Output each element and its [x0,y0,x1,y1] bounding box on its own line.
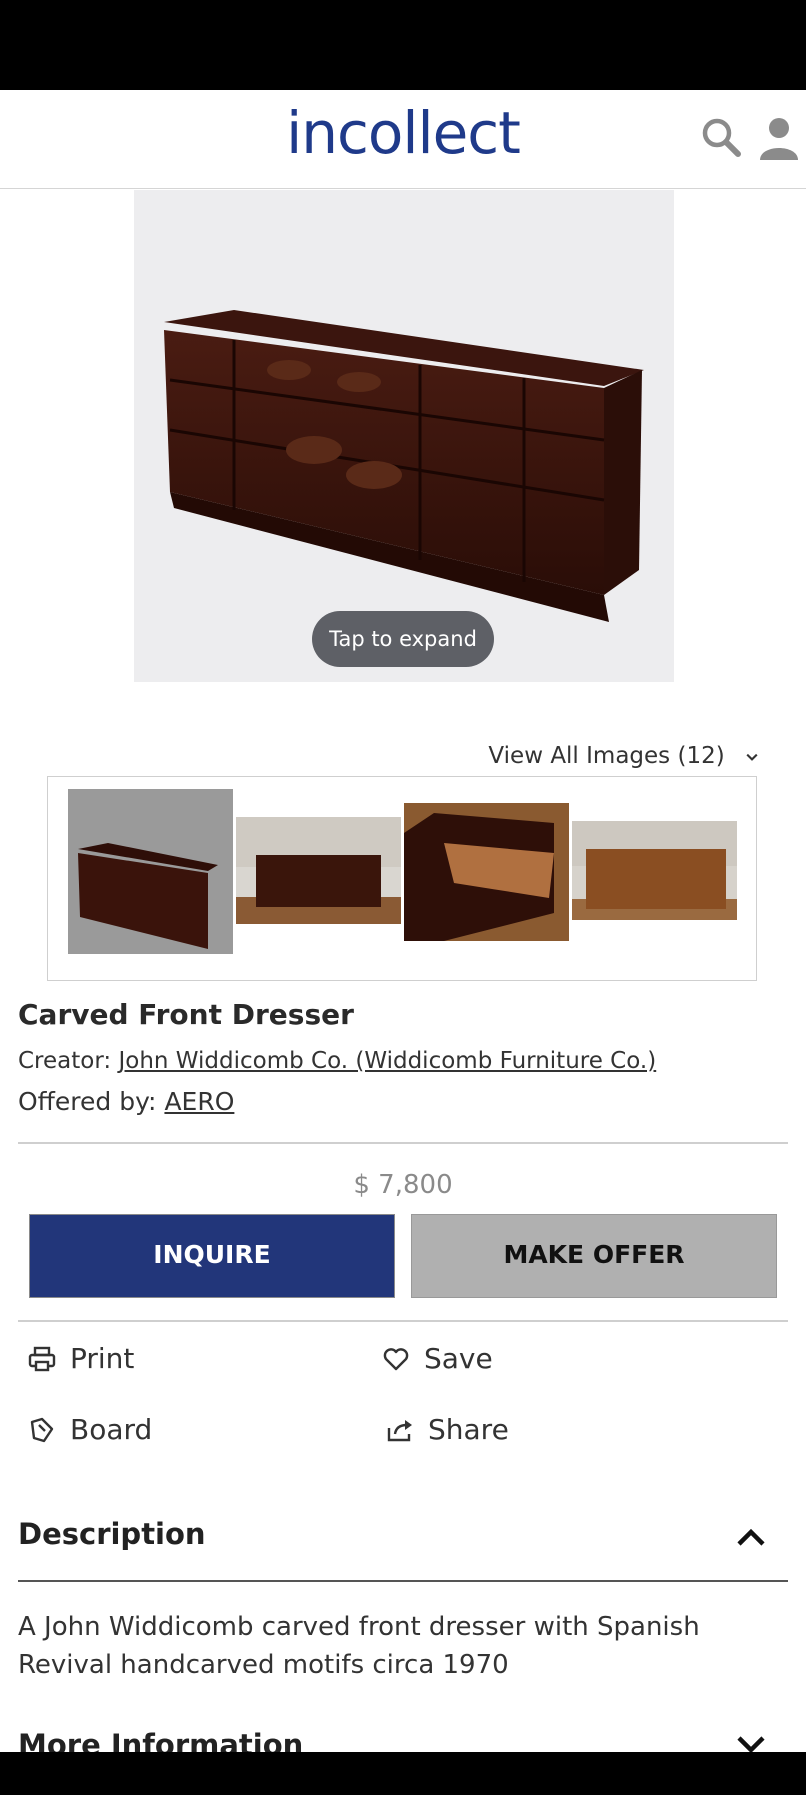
description-heading[interactable]: Description [18,1517,206,1551]
dealer-link[interactable]: AERO [164,1087,234,1116]
status-bar [0,0,806,90]
board-icon [30,1417,54,1442]
view-all-images-label: View All Images (12) [488,743,725,769]
search-icon[interactable] [700,116,742,158]
creator-link[interactable]: John Widdicomb Co. (Widdicomb Furniture … [118,1048,656,1074]
user-icon[interactable] [758,116,800,160]
chevron-down-icon [746,753,758,761]
thumbnail-1[interactable] [68,789,233,954]
share-action[interactable]: Share [386,1413,509,1446]
save-label: Save [424,1342,493,1375]
print-icon [28,1346,56,1371]
creator-line: Creator: John Widdicomb Co. (Widdicomb F… [18,1048,656,1074]
print-action[interactable]: Print [28,1342,134,1375]
hero-image[interactable] [134,190,674,682]
chevron-up-icon[interactable] [734,1520,768,1554]
tap-to-expand-button[interactable]: Tap to expand [312,611,494,667]
thumbnail-strip [47,776,757,981]
divider [18,1320,788,1322]
description-divider [18,1580,788,1582]
share-icon [387,1419,412,1441]
description-text: A John Widdicomb carved front dresser wi… [18,1612,700,1680]
divider [18,1142,788,1144]
share-label: Share [428,1413,509,1446]
board-action[interactable]: Board [28,1413,152,1446]
thumbnail-3[interactable] [404,803,569,941]
system-nav-bar [0,1752,806,1795]
product-title: Carved Front Dresser [18,998,354,1031]
site-logo[interactable]: incollect [0,98,806,168]
offered-by-label: Offered by: [18,1087,157,1116]
heart-icon [383,1347,409,1370]
creator-label: Creator: [18,1048,112,1074]
save-action[interactable]: Save [382,1342,493,1375]
thumbnail-4[interactable] [572,821,737,920]
inquire-button[interactable]: INQUIRE [29,1214,395,1298]
view-all-images-toggle[interactable]: View All Images (12) [420,740,760,772]
board-label: Board [70,1413,153,1446]
print-label: Print [70,1342,135,1375]
make-offer-button[interactable]: MAKE OFFER [411,1214,777,1298]
offered-by-line: Offered by: AERO [18,1087,234,1116]
price: $ 7,800 [353,1170,453,1200]
thumbnail-2[interactable] [236,817,401,924]
